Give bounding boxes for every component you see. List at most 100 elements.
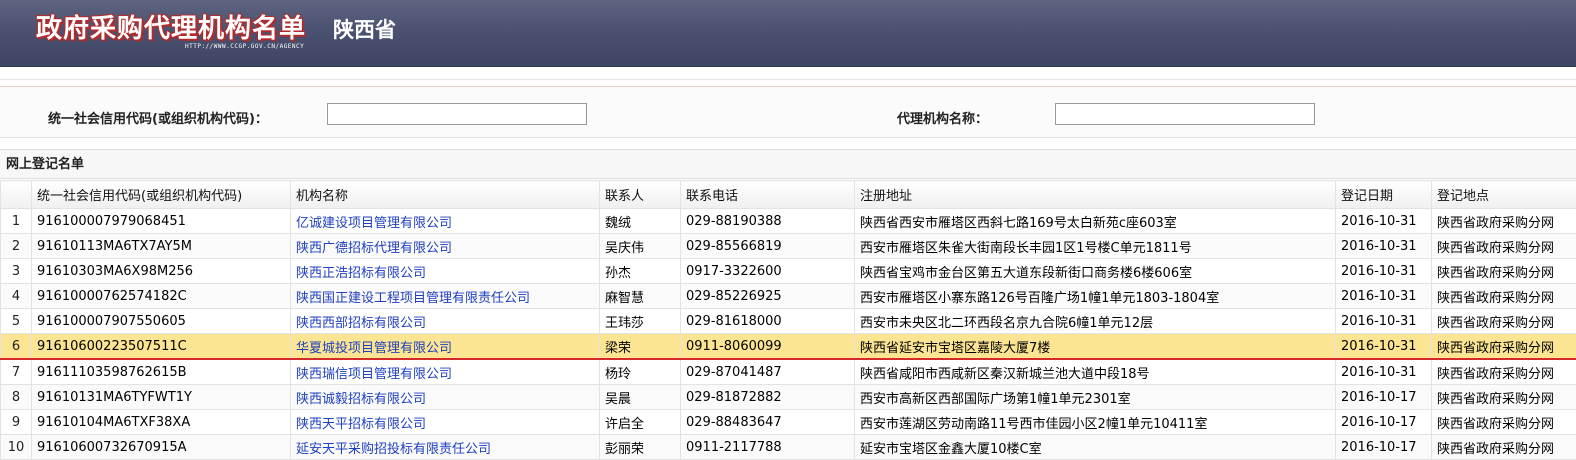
cell-contact: 彭丽荣	[600, 435, 681, 460]
cell-code: 91610303MA6X98M256	[32, 259, 291, 284]
cell-name: 陕西广德招标代理有限公司	[291, 234, 600, 259]
agency-name-link[interactable]: 陕西瑞信项目管理有限公司	[296, 367, 452, 382]
cell-address: 延安市宝塔区金鑫大厦10楼C室	[855, 435, 1336, 460]
table-row[interactable]: 2 91610113MA6TX7AY5M 陕西广德招标代理有限公司 吴庆伟 02…	[1, 234, 1576, 259]
cell-place: 陕西省政府采购分网	[1432, 284, 1576, 309]
cell-phone: 029-88483647	[681, 410, 855, 435]
cell-address: 陕西省宝鸡市金台区第五大道东段新街口商务楼6楼606室	[855, 259, 1336, 284]
row-index: 1	[1, 209, 32, 234]
cell-phone: 0911-8060099	[681, 334, 855, 360]
row-index: 5	[1, 309, 32, 334]
cell-place: 陕西省政府采购分网	[1432, 334, 1576, 360]
cell-phone: 0911-2117788	[681, 435, 855, 460]
cell-code: 91610000762574182C	[32, 284, 291, 309]
cell-date: 2016-10-17	[1336, 385, 1432, 410]
agency-name-link[interactable]: 陕西国正建设工程项目管理有限责任公司	[296, 291, 530, 306]
section-title: 网上登记名单	[0, 149, 1576, 179]
cell-contact: 吴庆伟	[600, 234, 681, 259]
column-header-code[interactable]: 统一社会信用代码(或组织机构代码)	[32, 181, 291, 209]
site-url: HTTP://WWW.CCGP.GOV.CN/AGENCY	[185, 43, 304, 50]
row-index: 6	[1, 334, 32, 360]
agency-name-link[interactable]: 陕西西部招标有限公司	[296, 316, 426, 331]
table-row[interactable]: 9 91610104MA6TXF38XA 陕西天平招标有限公司 许启全 029-…	[1, 410, 1576, 435]
cell-name: 陕西西部招标有限公司	[291, 309, 600, 334]
cell-code: 91610600732670915A	[32, 435, 291, 460]
table-row[interactable]: 4 91610000762574182C 陕西国正建设工程项目管理有限责任公司 …	[1, 284, 1576, 309]
cell-place: 陕西省政府采购分网	[1432, 259, 1576, 284]
site-title: 政府采购代理机构名单	[36, 8, 306, 45]
row-index: 8	[1, 385, 32, 410]
search-panel: 统一社会信用代码(或组织机构代码)： 代理机构名称：	[0, 86, 1576, 138]
cell-code: 91610131MA6TYFWT1Y	[32, 385, 291, 410]
cell-address: 西安市雁塔区朱雀大街南段长丰园1区1号楼C单元1811号	[855, 234, 1336, 259]
cell-address: 西安市未央区北二环西段名京九合院6幢1单元12层	[855, 309, 1336, 334]
table-header-row: 统一社会信用代码(或组织机构代码) 机构名称 联系人 联系电话 注册地址 登记日…	[1, 181, 1576, 209]
cell-place: 陕西省政府采购分网	[1432, 359, 1576, 385]
table-row[interactable]: 10 91610600732670915A 延安天平采购招投标有限责任公司 彭丽…	[1, 435, 1576, 460]
column-header-place[interactable]: 登记地点	[1432, 181, 1576, 209]
cell-name: 陕西正浩招标有限公司	[291, 259, 600, 284]
cell-code: 91610113MA6TX7AY5M	[32, 234, 291, 259]
agency-name-link[interactable]: 陕西天平招标有限公司	[296, 417, 426, 432]
cell-code: 916100007979068451	[32, 209, 291, 234]
column-header-contact[interactable]: 联系人	[600, 181, 681, 209]
cell-contact: 王玮莎	[600, 309, 681, 334]
cell-name: 亿诚建设项目管理有限公司	[291, 209, 600, 234]
cell-name: 华夏城投项目管理有限公司	[291, 334, 600, 360]
cell-phone: 029-81872882	[681, 385, 855, 410]
province-label: 陕西省	[333, 14, 396, 44]
column-header-date[interactable]: 登记日期	[1336, 181, 1432, 209]
cell-contact: 孙杰	[600, 259, 681, 284]
cell-phone: 029-85226925	[681, 284, 855, 309]
table-row-selected[interactable]: 6 91610600223507511C 华夏城投项目管理有限公司 梁荣 091…	[1, 334, 1576, 360]
table-row[interactable]: 8 91610131MA6TYFWT1Y 陕西诚毅招标有限公司 吴晨 029-8…	[1, 385, 1576, 410]
cell-contact: 吴晨	[600, 385, 681, 410]
agency-name-link[interactable]: 陕西诚毅招标有限公司	[296, 392, 426, 407]
column-header-name[interactable]: 机构名称	[291, 181, 600, 209]
cell-date: 2016-10-31	[1336, 309, 1432, 334]
cell-contact: 魏绒	[600, 209, 681, 234]
cell-address: 陕西省延安市宝塔区嘉陵大厦7楼	[855, 334, 1336, 360]
table-row[interactable]: 7 91611103598762615B 陕西瑞信项目管理有限公司 杨玲 029…	[1, 359, 1576, 385]
agency-name-link[interactable]: 亿诚建设项目管理有限公司	[296, 216, 452, 231]
table-row[interactable]: 1 916100007979068451 亿诚建设项目管理有限公司 魏绒 029…	[1, 209, 1576, 234]
cell-contact: 许启全	[600, 410, 681, 435]
credit-code-label: 统一社会信用代码(或组织机构代码)：	[48, 108, 268, 127]
cell-phone: 029-87041487	[681, 359, 855, 385]
cell-date: 2016-10-17	[1336, 435, 1432, 460]
agency-name-input[interactable]	[1055, 103, 1315, 125]
agency-name-link[interactable]: 华夏城投项目管理有限公司	[296, 341, 452, 356]
column-header-address[interactable]: 注册地址	[855, 181, 1336, 209]
cell-date: 2016-10-31	[1336, 234, 1432, 259]
cell-date: 2016-10-31	[1336, 259, 1432, 284]
cell-phone: 0917-3322600	[681, 259, 855, 284]
table-row[interactable]: 3 91610303MA6X98M256 陕西正浩招标有限公司 孙杰 0917-…	[1, 259, 1576, 284]
cell-address: 西安市莲湖区劳动南路11号西市佳园小区2幢1单元10411室	[855, 410, 1336, 435]
row-index: 3	[1, 259, 32, 284]
agency-name-link[interactable]: 陕西正浩招标有限公司	[296, 266, 426, 281]
cell-place: 陕西省政府采购分网	[1432, 234, 1576, 259]
cell-contact: 梁荣	[600, 334, 681, 360]
header-spacer	[0, 67, 1576, 80]
cell-place: 陕西省政府采购分网	[1432, 410, 1576, 435]
agency-name-link[interactable]: 延安天平采购招投标有限责任公司	[296, 442, 491, 457]
table-row[interactable]: 5 916100007907550605 陕西西部招标有限公司 王玮莎 029-…	[1, 309, 1576, 334]
cell-phone: 029-85566819	[681, 234, 855, 259]
cell-code: 91610600223507511C	[32, 334, 291, 360]
cell-name: 陕西国正建设工程项目管理有限责任公司	[291, 284, 600, 309]
agency-table: 统一社会信用代码(或组织机构代码) 机构名称 联系人 联系电话 注册地址 登记日…	[0, 180, 1576, 460]
cell-phone: 029-81618000	[681, 309, 855, 334]
agency-name-label: 代理机构名称：	[897, 108, 988, 127]
agency-name-link[interactable]: 陕西广德招标代理有限公司	[296, 241, 452, 256]
row-index: 4	[1, 284, 32, 309]
cell-place: 陕西省政府采购分网	[1432, 309, 1576, 334]
cell-place: 陕西省政府采购分网	[1432, 209, 1576, 234]
row-index: 10	[1, 435, 32, 460]
column-header-phone[interactable]: 联系电话	[681, 181, 855, 209]
cell-date: 2016-10-31	[1336, 359, 1432, 385]
credit-code-input[interactable]	[327, 103, 587, 125]
cell-contact: 杨玲	[600, 359, 681, 385]
row-index: 7	[1, 359, 32, 385]
column-header-index	[1, 181, 32, 209]
row-index: 9	[1, 410, 32, 435]
